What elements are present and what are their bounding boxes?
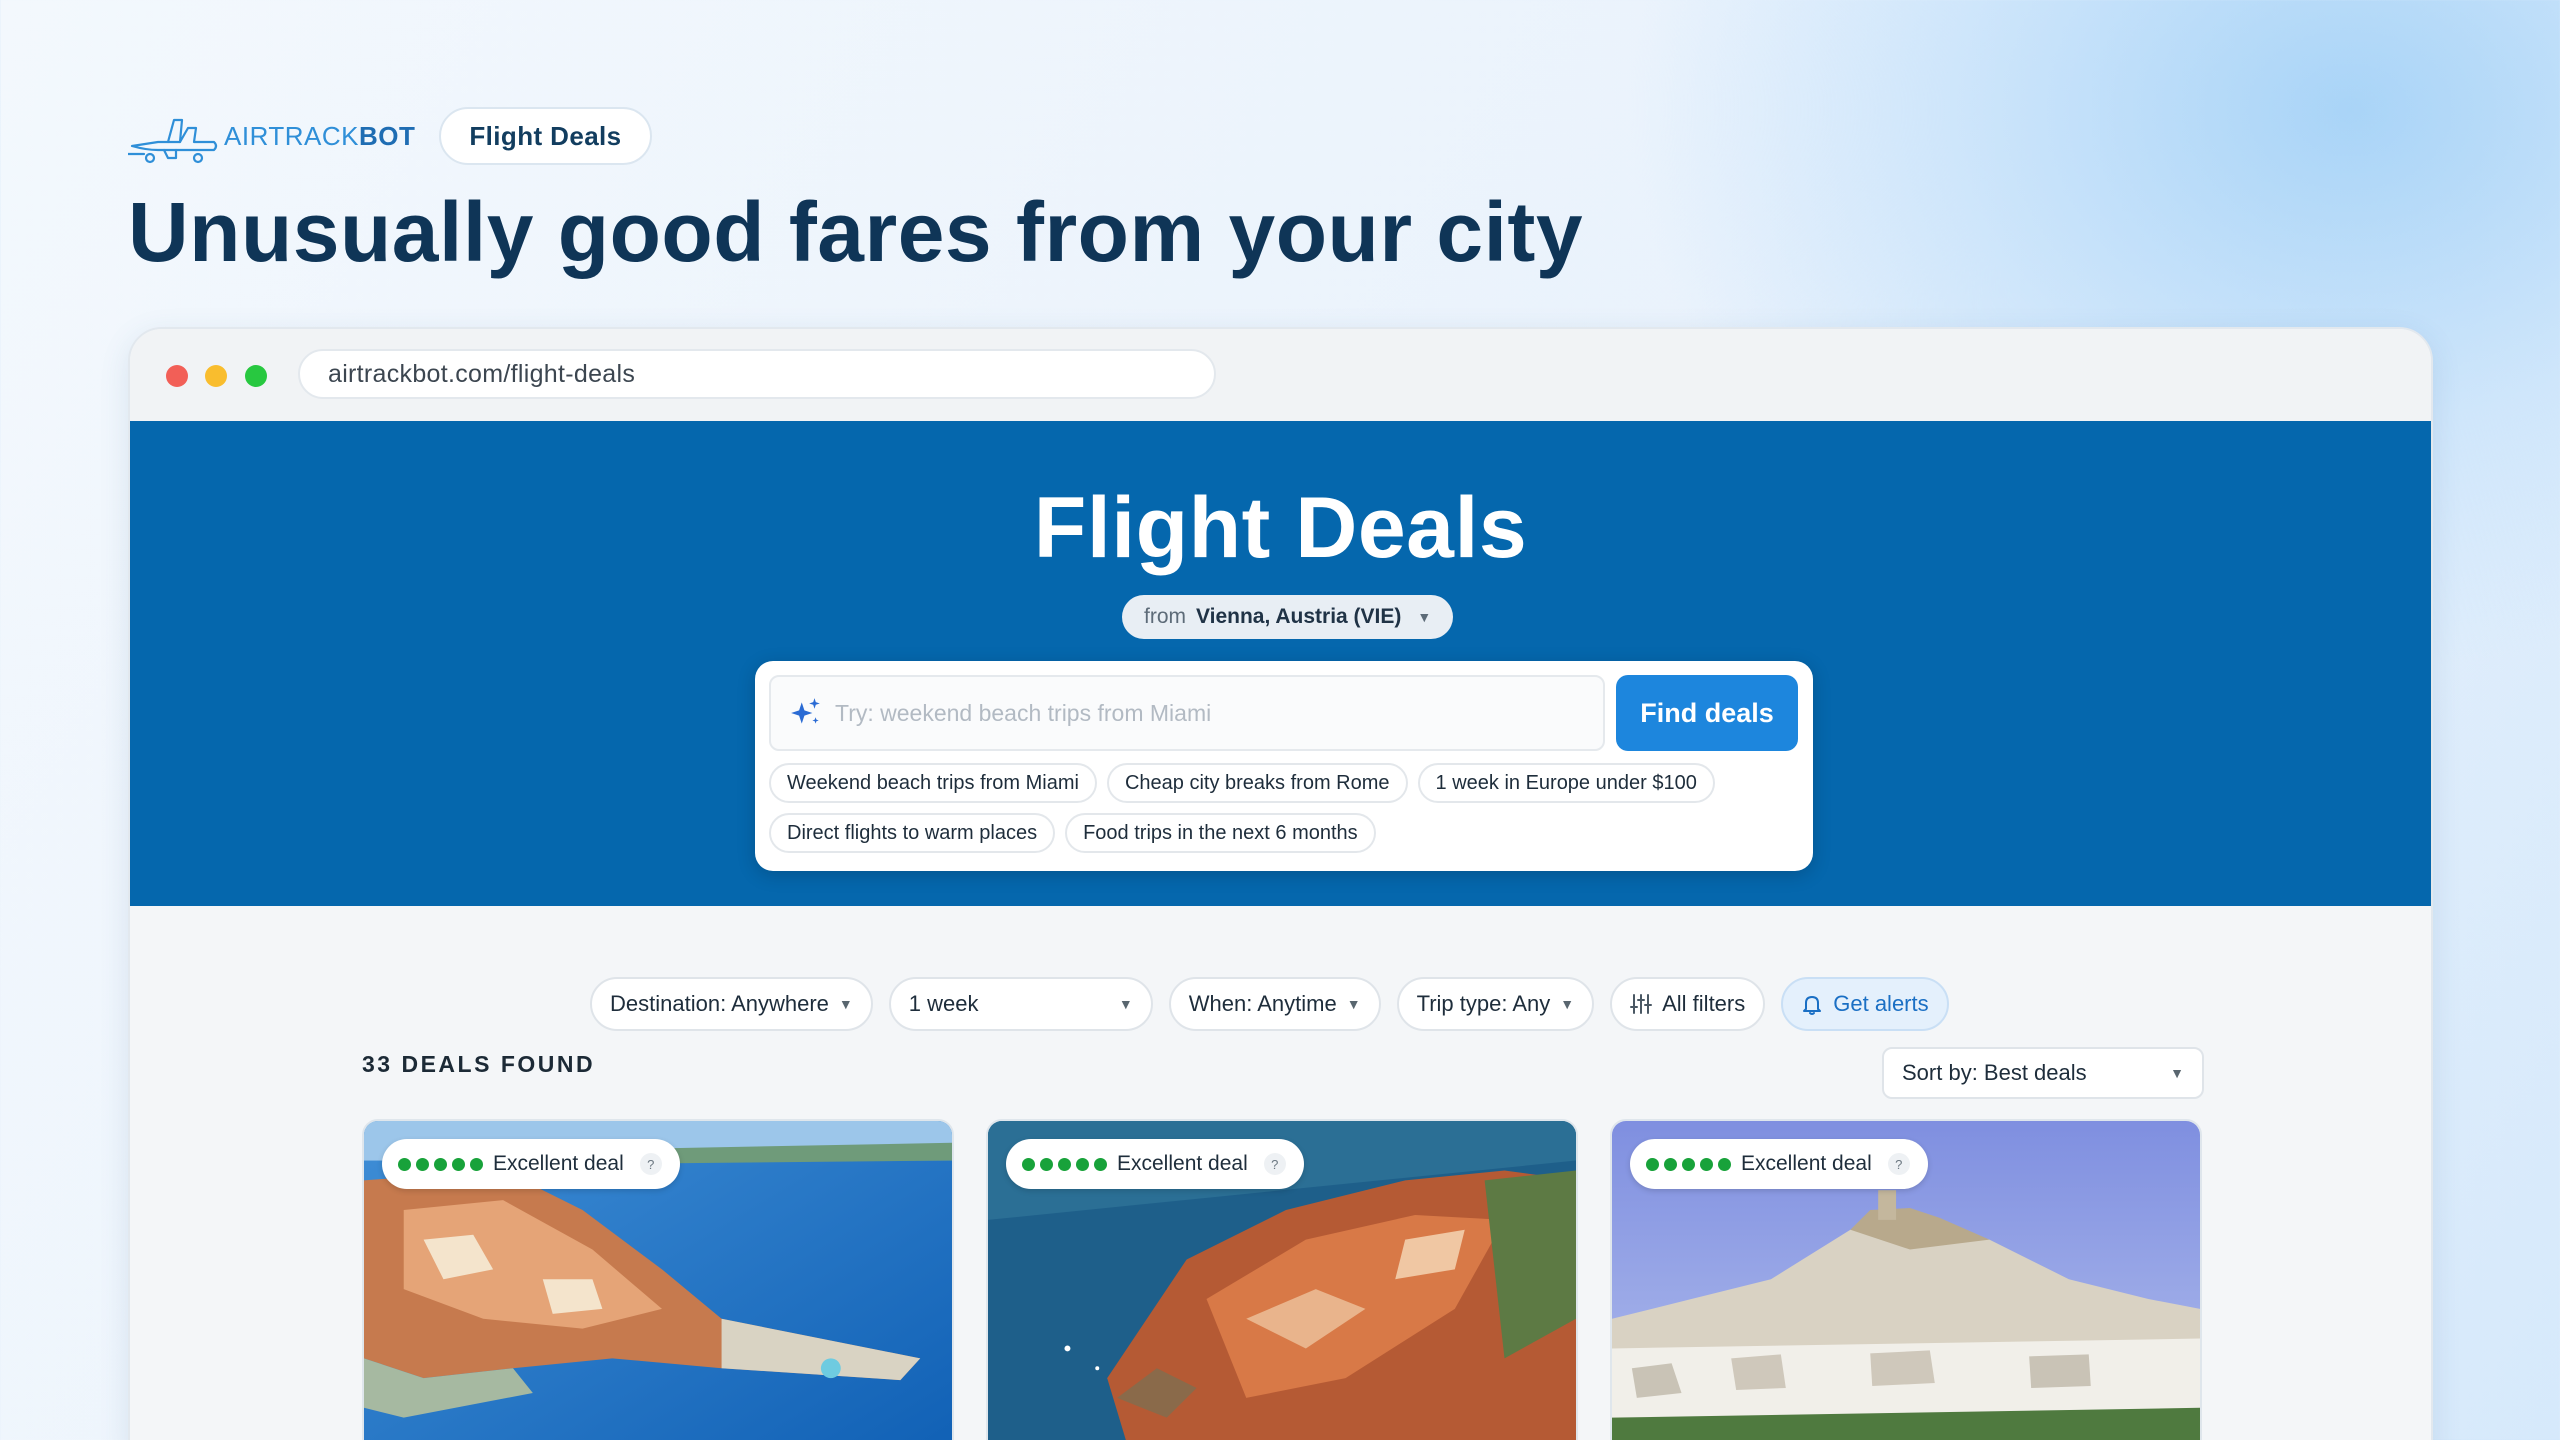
when-filter[interactable]: When: Anytime ▼ bbox=[1168, 977, 1381, 1031]
chevron-down-icon: ▼ bbox=[1346, 996, 1361, 1012]
suggestion-chip[interactable]: Food trips in the next 6 months bbox=[1065, 813, 1376, 853]
sliders-icon bbox=[1630, 994, 1653, 1014]
trip-type-filter[interactable]: Trip type: Any ▼ bbox=[1396, 977, 1595, 1031]
deal-card[interactable]: Excellent deal ? bbox=[362, 1119, 954, 1440]
filter-bar: Destination: Anywhere ▼ 1 week ▼ When: A… bbox=[590, 977, 1949, 1031]
suggestion-chip[interactable]: Cheap city breaks from Rome bbox=[1106, 763, 1408, 803]
suggestion-chip[interactable]: Weekend beach trips from Miami bbox=[769, 763, 1097, 803]
search-box[interactable] bbox=[769, 675, 1605, 751]
hero-title: Unusually good fares from your city bbox=[128, 185, 1584, 279]
find-deals-button[interactable]: Find deals bbox=[1616, 675, 1798, 751]
deal-rating bbox=[398, 1157, 483, 1171]
sort-select[interactable]: Sort by: Best deals ▼ bbox=[1882, 1047, 2204, 1099]
site-hero: Flight Deals from Vienna, Austria (VIE) … bbox=[130, 421, 2431, 906]
chevron-down-icon: ▼ bbox=[1560, 996, 1575, 1012]
window-minimize-dot[interactable] bbox=[205, 365, 227, 387]
chevron-down-icon: ▼ bbox=[2170, 1065, 2184, 1081]
brand-row: AIRTRACKBOT Flight Deals bbox=[128, 106, 652, 166]
plane-logo-icon bbox=[128, 118, 218, 164]
destination-filter-label: Destination: Anywhere bbox=[610, 991, 829, 1016]
search-card: Find deals Weekend beach trips from Miam… bbox=[755, 661, 1813, 871]
help-icon[interactable]: ? bbox=[639, 1153, 662, 1175]
address-bar[interactable]: airtrackbot.com/flight-deals bbox=[298, 349, 1216, 399]
brand-logo[interactable]: AIRTRACKBOT bbox=[128, 106, 415, 166]
window-maximize-dot[interactable] bbox=[245, 365, 267, 387]
window-close-dot[interactable] bbox=[166, 365, 188, 387]
sort-label: Sort by: Best deals bbox=[1902, 1060, 2087, 1085]
browser-window: airtrackbot.com/flight-deals Flight Deal… bbox=[128, 327, 2433, 1440]
get-alerts-button[interactable]: Get alerts bbox=[1781, 977, 1949, 1031]
origin-prefix: from bbox=[1144, 605, 1186, 628]
chevron-down-icon: ▼ bbox=[1118, 996, 1133, 1012]
duration-filter[interactable]: 1 week ▼ bbox=[888, 977, 1153, 1031]
duration-filter-label: 1 week bbox=[908, 991, 979, 1016]
deal-rating bbox=[1022, 1157, 1107, 1171]
search-input[interactable] bbox=[835, 699, 1595, 727]
suggestion-chip[interactable]: 1 week in Europe under $100 bbox=[1417, 763, 1715, 803]
origin-selector[interactable]: from Vienna, Austria (VIE) ▼ bbox=[1122, 595, 1454, 639]
deal-badge: Excellent deal ? bbox=[382, 1139, 680, 1189]
deals-count: 33 DEALS FOUND bbox=[362, 1051, 596, 1077]
deal-badge-label: Excellent deal bbox=[1117, 1152, 1248, 1175]
deal-card[interactable]: Excellent deal ? bbox=[1610, 1119, 2202, 1440]
brand-name: AIRTRACKBOT bbox=[224, 120, 416, 151]
origin-city: Vienna, Austria (VIE) bbox=[1196, 605, 1402, 628]
deal-badge: Excellent deal ? bbox=[1630, 1139, 1928, 1189]
bell-icon bbox=[1803, 996, 1822, 1015]
when-filter-label: When: Anytime bbox=[1188, 991, 1337, 1016]
chevron-down-icon: ▼ bbox=[1417, 609, 1432, 625]
destination-filter[interactable]: Destination: Anywhere ▼ bbox=[590, 977, 873, 1031]
help-icon[interactable]: ? bbox=[1887, 1153, 1910, 1175]
deal-badge: Excellent deal ? bbox=[1006, 1139, 1304, 1189]
get-alerts-label: Get alerts bbox=[1833, 991, 1929, 1016]
all-filters-label: All filters bbox=[1662, 991, 1746, 1016]
deal-badge-label: Excellent deal bbox=[493, 1152, 624, 1175]
deal-badge-label: Excellent deal bbox=[1741, 1152, 1872, 1175]
all-filters-button[interactable]: All filters bbox=[1610, 977, 1766, 1031]
deal-card[interactable]: Excellent deal ? bbox=[986, 1119, 1578, 1440]
section-pill[interactable]: Flight Deals bbox=[439, 107, 652, 165]
browser-chrome: airtrackbot.com/flight-deals bbox=[130, 329, 2431, 421]
suggestion-chip[interactable]: Direct flights to warm places bbox=[769, 813, 1056, 853]
help-icon[interactable]: ? bbox=[1263, 1153, 1286, 1175]
deal-rating bbox=[1646, 1157, 1731, 1171]
chevron-down-icon: ▼ bbox=[838, 996, 853, 1012]
site-title: Flight Deals bbox=[1033, 480, 1528, 576]
sparkle-icon bbox=[791, 698, 820, 724]
trip-type-filter-label: Trip type: Any bbox=[1416, 991, 1551, 1016]
suggestion-chips: Weekend beach trips from Miami Cheap cit… bbox=[769, 763, 1799, 853]
